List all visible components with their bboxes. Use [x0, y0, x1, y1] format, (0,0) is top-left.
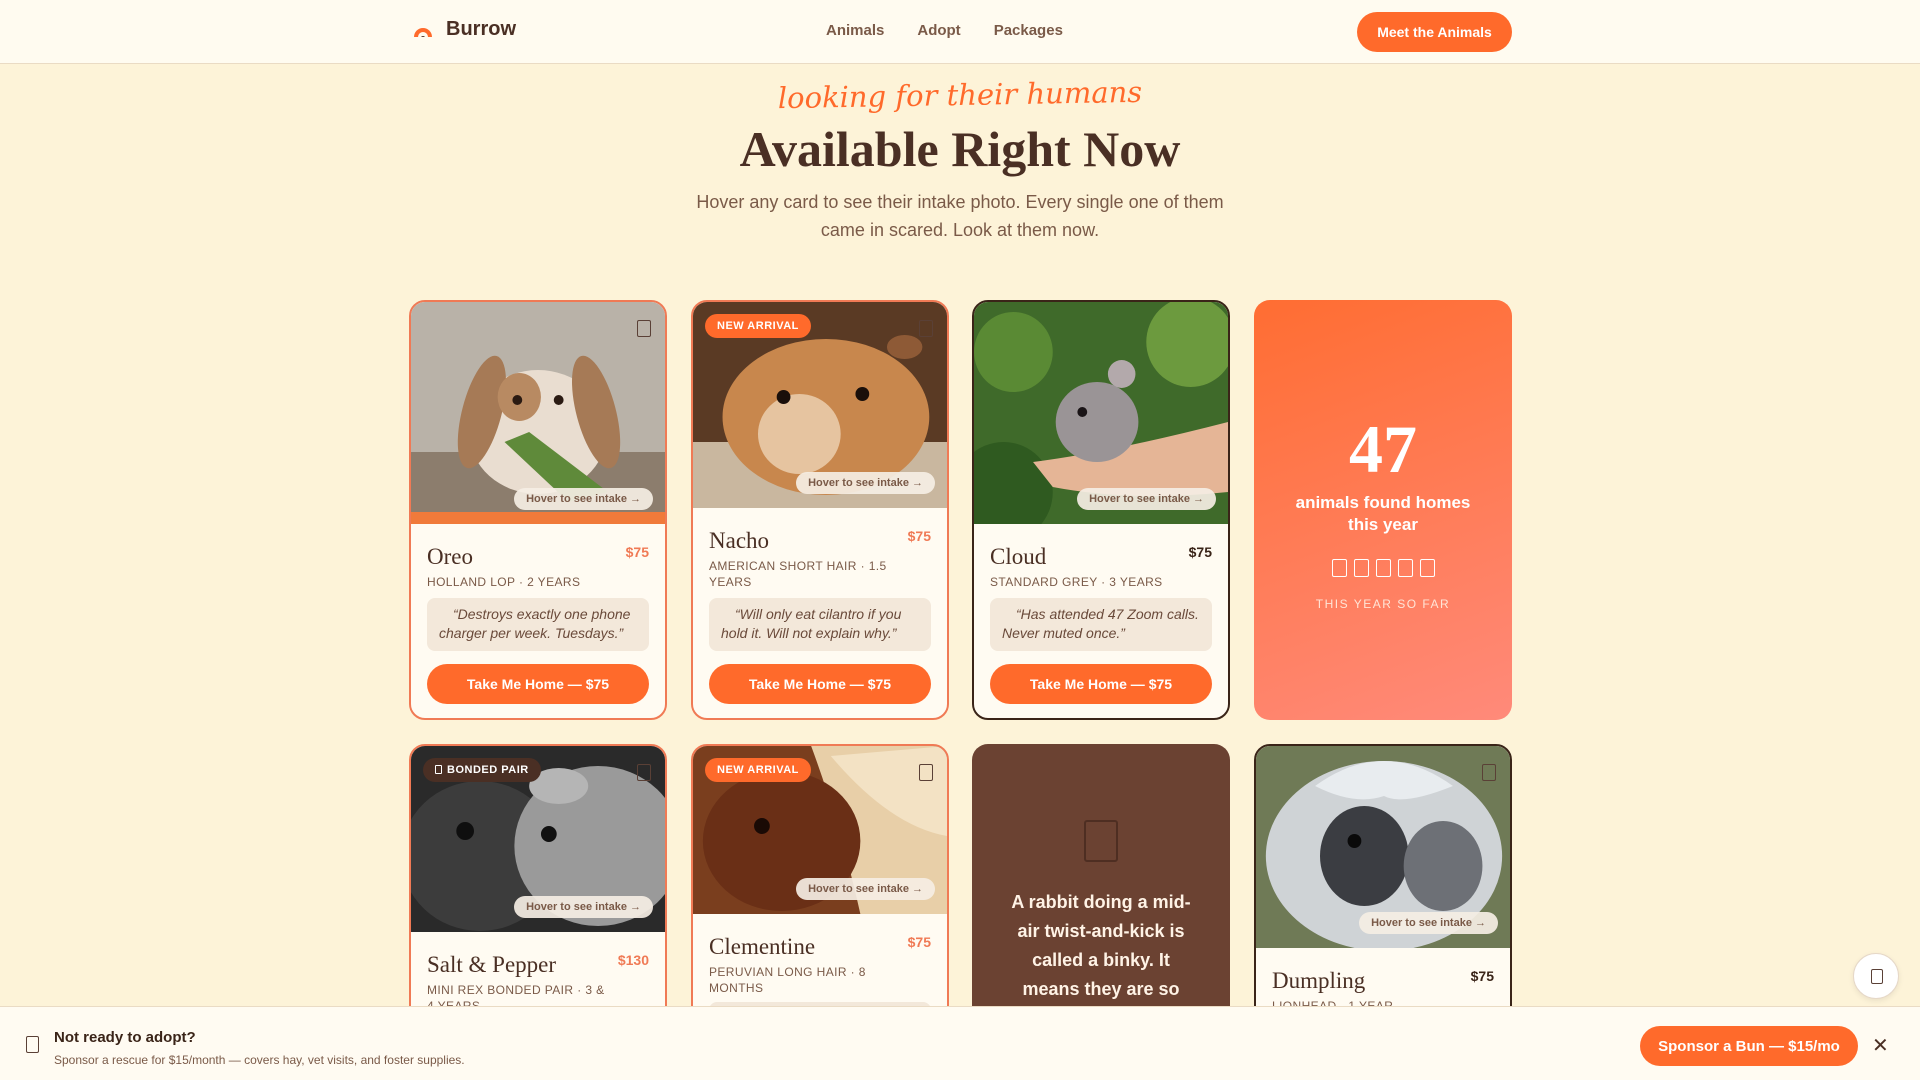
hover-intake-hint: Hover to see intake →	[514, 488, 653, 510]
bonded-pair-badge: BONDED PAIR	[423, 758, 541, 782]
sponsor-button[interactable]: Sponsor a Bun — $15/mo	[1640, 1026, 1858, 1066]
favorite-icon[interactable]	[919, 764, 933, 781]
adoption-count: 47	[1349, 411, 1417, 487]
bookmark-icon	[1871, 969, 1883, 984]
animal-meta: AMERICAN SHORT HAIR · 1.5 YEARS	[709, 559, 887, 589]
animal-meta: STANDARD GREY · 3 YEARS	[990, 575, 1163, 589]
hero-script-tagline: looking for their humans	[777, 74, 1143, 116]
brand-logo[interactable]: Burrow	[412, 18, 516, 41]
hover-intake-hint: Hover to see intake →	[796, 878, 935, 900]
fun-fact-text: A rabbit doing a mid-air twist-and-kick …	[1011, 892, 1191, 999]
nav-link-packages[interactable]: Packages	[994, 22, 1063, 39]
meet-animals-button[interactable]: Meet the Animals	[1357, 12, 1512, 52]
animal-name: Salt & Pepper	[427, 952, 557, 977]
close-icon[interactable]: ✕	[1872, 1033, 1889, 1058]
stat-icon-row	[1254, 559, 1512, 577]
new-arrival-badge: NEW ARRIVAL	[705, 758, 811, 782]
favorite-icon[interactable]	[637, 320, 651, 337]
hover-intake-hint: Hover to see intake →	[514, 896, 653, 918]
animal-quote: “Has attended 47 Zoom calls. Never muted…	[990, 598, 1212, 651]
animal-name: Dumpling	[1272, 968, 1366, 993]
page-title: Available Right Now	[739, 121, 1181, 177]
home-icon	[1331, 559, 1347, 577]
home-icon	[1419, 559, 1435, 577]
animal-name: Oreo	[427, 544, 473, 569]
sponsor-subtitle: Sponsor a rescue for $15/month — covers …	[54, 1053, 465, 1067]
favorite-icon[interactable]	[637, 764, 651, 781]
burrow-logo-icon	[414, 27, 432, 37]
take-me-home-button[interactable]: Take Me Home — $75	[990, 664, 1212, 704]
animal-name: Clementine	[709, 934, 816, 959]
nav-link-adopt[interactable]: Adopt	[917, 22, 960, 39]
animal-quote: “Will only eat cilantro if you hold it. …	[709, 598, 931, 651]
animal-name: Cloud	[990, 544, 1047, 569]
heart-icon	[435, 765, 442, 774]
adoption-stat-card: 47 animals found homes this year THIS YE…	[1254, 300, 1512, 720]
animal-price: $75	[625, 544, 649, 560]
stat-footer: THIS YEAR SO FAR	[1315, 597, 1451, 611]
animal-price: $75	[907, 528, 931, 544]
animal-name: Nacho	[709, 528, 770, 553]
hover-intake-hint: Hover to see intake →	[796, 472, 935, 494]
hover-intake-hint: Hover to see intake →	[1359, 912, 1498, 934]
new-arrival-badge: NEW ARRIVAL	[705, 314, 811, 338]
adoption-label: animals found homes this year	[1295, 493, 1471, 534]
animal-card-oreo[interactable]: Hover to see intake → Oreo $75 HOLLAND L…	[409, 300, 667, 720]
take-me-home-button[interactable]: Take Me Home — $75	[709, 664, 931, 704]
animal-quote: “Destroys exactly one phone charger per …	[427, 598, 649, 651]
home-icon	[1353, 559, 1369, 577]
animal-card-nacho[interactable]: NEW ARRIVAL Hover to see intake → Nacho …	[691, 300, 949, 720]
animal-meta: HOLLAND LOP · 2 YEARS	[427, 575, 581, 589]
favorite-icon[interactable]	[919, 320, 933, 337]
bonded-pair-label: BONDED PAIR	[447, 764, 529, 776]
home-icon	[1397, 559, 1413, 577]
hover-intake-hint: Hover to see intake →	[1077, 488, 1216, 510]
brand-name: Burrow	[446, 18, 516, 40]
animal-meta: PERUVIAN LONG HAIR · 8 MONTHS	[709, 965, 866, 995]
take-me-home-button[interactable]: Take Me Home — $75	[427, 664, 649, 704]
nav-link-animals[interactable]: Animals	[826, 22, 884, 39]
animal-price: $75	[1470, 968, 1494, 984]
top-nav: Burrow Animals Adopt Packages Meet the A…	[0, 0, 1920, 64]
rabbit-icon	[1084, 820, 1118, 862]
home-icon	[1375, 559, 1391, 577]
fun-fact-card: A rabbit doing a mid-air twist-and-kick …	[972, 744, 1230, 1044]
hero-subtitle: Hover any card to see their intake photo…	[696, 192, 1224, 240]
favorite-icon[interactable]	[1482, 764, 1496, 781]
nav-links: Animals Adopt Packages	[826, 22, 1063, 39]
animal-price: $75	[907, 934, 931, 950]
animal-price: $130	[617, 952, 649, 968]
saved-favorites-button[interactable]	[1853, 953, 1899, 999]
sponsor-title: Not ready to adopt?	[54, 1029, 196, 1046]
heart-icon	[26, 1036, 39, 1053]
animal-card-cloud[interactable]: Hover to see intake → Cloud $75 STANDARD…	[972, 300, 1230, 720]
animal-price: $75	[1188, 544, 1212, 560]
sponsor-banner: Not ready to adopt? Sponsor a rescue for…	[0, 1006, 1920, 1080]
